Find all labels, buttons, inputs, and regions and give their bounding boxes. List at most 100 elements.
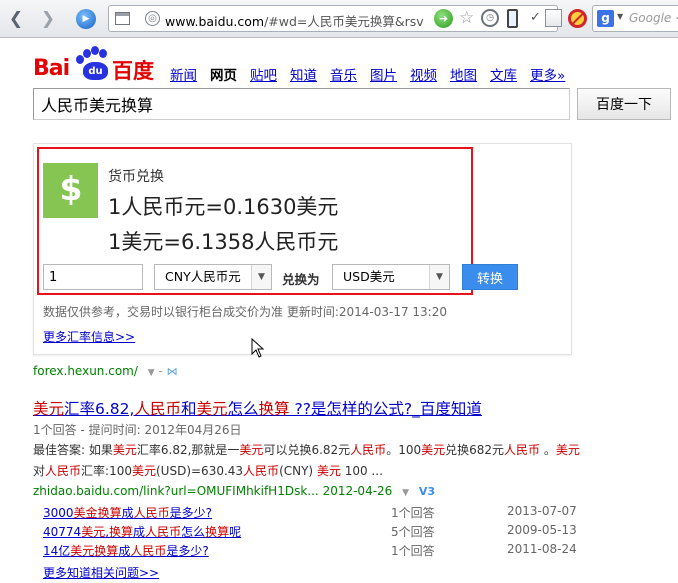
result-title-link[interactable]: 美元汇率6.82,人民币和美元怎么换算 ??是怎样的公式?_百度知道	[33, 397, 482, 419]
text-segment: 40774	[43, 525, 82, 539]
nav-item-zhidao[interactable]: 知道	[290, 64, 317, 84]
reader-icon[interactable]	[545, 9, 562, 27]
nav-item-images[interactable]: 图片	[370, 64, 397, 84]
search-placeholder: Google <	[629, 11, 678, 25]
keyword-highlight: 换算	[94, 544, 119, 558]
keyword-highlight: 人民币	[134, 400, 181, 418]
keyword-highlight: 美元	[33, 400, 65, 418]
bow-icon[interactable]: ⋈	[167, 365, 178, 378]
baidu-logo[interactable]: Bai du 百度	[33, 44, 155, 84]
text-segment: 是多少?	[169, 506, 212, 520]
text-segment: 兑换682元	[445, 443, 505, 457]
rate-cny-to-usd: 1人民币元=0.1630美元	[108, 195, 339, 219]
phone-icon[interactable]	[507, 9, 518, 28]
text-segment: 成	[118, 544, 131, 558]
checkmark-dropdown-icon[interactable]: ✓	[530, 10, 541, 25]
question-link[interactable]: 40774美元,换算成人民币怎么换算呢	[43, 523, 241, 540]
text-segment: 100 ...	[340, 464, 383, 478]
search-input[interactable]	[33, 88, 570, 120]
converter-title: 货币兑换	[108, 169, 164, 185]
text-segment: 对	[33, 464, 46, 478]
question-date: 2013-07-07	[507, 504, 577, 518]
more-questions-link[interactable]: 更多知道相关问题>>	[43, 564, 159, 581]
from-currency-value: CNY人民币元	[165, 269, 241, 284]
result-url-date: 2012-04-26	[322, 484, 393, 498]
url-path: /#wd=人民币美元换算&rsv_spt=1	[264, 14, 423, 29]
verified-badge-icon[interactable]: V3	[419, 485, 435, 498]
nav-item-video[interactable]: 视频	[410, 64, 437, 84]
chevron-down-icon[interactable]: ▼	[251, 265, 271, 289]
url-text[interactable]: www.baidu.com/#wd=人民币美元换算&rsv_spt=1	[165, 11, 423, 30]
text-segment: 汇率6.82,	[64, 400, 135, 418]
keyword-highlight: 人民币	[130, 544, 167, 558]
clock-icon[interactable]: ◷	[481, 9, 499, 27]
google-icon[interactable]: g	[597, 10, 614, 27]
paw-toe	[99, 49, 107, 58]
text-segment: 怎么	[227, 400, 259, 418]
result-url: zhidao.baidu.com/link?url=OMUFIMhkifH1Ds…	[33, 484, 435, 498]
text-segment: (CNY)	[279, 464, 317, 478]
nav-item-map[interactable]: 地图	[450, 64, 477, 84]
keyword-highlight: 美元	[112, 443, 137, 457]
caret-down-icon[interactable]: ▼	[148, 368, 155, 378]
text-segment: 。100	[386, 443, 422, 457]
address-bar[interactable]: ◎ www.baidu.com/#wd=人民币美元换算&rsv_spt=1 ➜ …	[108, 5, 562, 32]
mouse-cursor-icon	[251, 338, 265, 358]
chevron-down-icon[interactable]: ▼	[429, 265, 449, 289]
keyword-highlight: 美元	[316, 464, 341, 478]
to-currency-select[interactable]: USD美元 ▼	[332, 264, 450, 290]
logo-chinese: 百度	[112, 59, 154, 83]
go-icon[interactable]: ➜	[434, 9, 453, 28]
dollar-icon: $	[43, 163, 98, 218]
more-rates-link[interactable]: 更多汇率信息>>	[43, 328, 135, 345]
star-icon[interactable]: ☆	[459, 8, 474, 28]
rate-disclaimer: 数据仅供参考，交易时以银行柜台成交价为准 更新时间:2014-03-17 13:…	[43, 305, 447, 319]
list-item: 40774美元,换算成人民币怎么换算呢 5个回答 2009-05-13	[43, 523, 583, 541]
keyword-highlight: 换算	[109, 525, 134, 539]
search-engine-caret-icon[interactable]: ▼	[617, 12, 623, 21]
browser-toolbar: ❮ ❯ ▶ ◎ www.baidu.com/#wd=人民币美元换算&rsv_sp…	[0, 0, 678, 38]
amount-input[interactable]	[43, 264, 143, 290]
nav-item-music[interactable]: 音乐	[330, 64, 357, 84]
browser-search-bar[interactable]: g ▼ Google <	[592, 5, 678, 32]
text-segment: 怎么	[181, 525, 206, 539]
result-url-link[interactable]: zhidao.baidu.com/link?url=OMUFIMhkifH1Ds…	[33, 484, 319, 498]
keyword-highlight: 美元	[421, 443, 446, 457]
nav-item-tieba[interactable]: 贴吧	[250, 64, 277, 84]
search-button[interactable]: 百度一下	[577, 88, 671, 120]
source-url-link[interactable]: forex.hexun.com/	[33, 364, 138, 378]
from-currency-select[interactable]: CNY人民币元 ▼	[154, 264, 272, 290]
nav-item-web[interactable]: 网页	[210, 64, 237, 84]
text-segment: 14亿	[43, 544, 71, 558]
text-segment: 是多少?	[166, 544, 209, 558]
text-segment: 成	[121, 506, 134, 520]
text-segment: 。	[540, 443, 556, 457]
keyword-highlight: 美元	[81, 525, 106, 539]
question-link[interactable]: 14亿美元换算成人民币是多少?	[43, 542, 209, 559]
dash-separator: -	[158, 364, 167, 378]
keyword-highlight: 人民币	[504, 443, 541, 457]
keyword-highlight: 人民币	[350, 443, 387, 457]
text-segment: 可以兑换6.82元	[263, 443, 351, 457]
keyword-highlight: 美金	[73, 506, 98, 520]
rate-usd-to-cny: 1美元=6.1358人民币元	[108, 230, 339, 254]
keyword-highlight: 人民币	[145, 525, 182, 539]
back-arrow-icon[interactable]: ❮	[5, 8, 27, 30]
adblock-icon[interactable]	[568, 9, 587, 28]
nav-item-more[interactable]: 更多»	[530, 64, 565, 84]
keyword-highlight: 美元	[131, 464, 156, 478]
logo-latin: Bai	[33, 56, 70, 81]
list-item: 3000美金换算成人民币是多少? 1个回答 2013-07-07	[43, 504, 583, 522]
nav-item-news[interactable]: 新闻	[170, 64, 197, 84]
nav-item-wenku[interactable]: 文库	[490, 64, 517, 84]
keyword-highlight: 人民币	[45, 464, 82, 478]
forward-arrow-icon[interactable]: ❯	[37, 8, 59, 30]
text-segment: 汇率:100	[81, 464, 132, 478]
convert-button[interactable]: 转换	[462, 264, 518, 290]
media-player-icon[interactable]: ▶	[76, 9, 96, 29]
page-icon[interactable]	[115, 12, 130, 25]
text-segment: 汇率6.82,那就是一	[136, 443, 240, 457]
list-item: 14亿美元换算成人民币是多少? 1个回答 2011-08-24	[43, 542, 583, 560]
caret-down-icon[interactable]: ▼	[402, 488, 409, 498]
question-link[interactable]: 3000美金换算成人民币是多少?	[43, 504, 212, 521]
